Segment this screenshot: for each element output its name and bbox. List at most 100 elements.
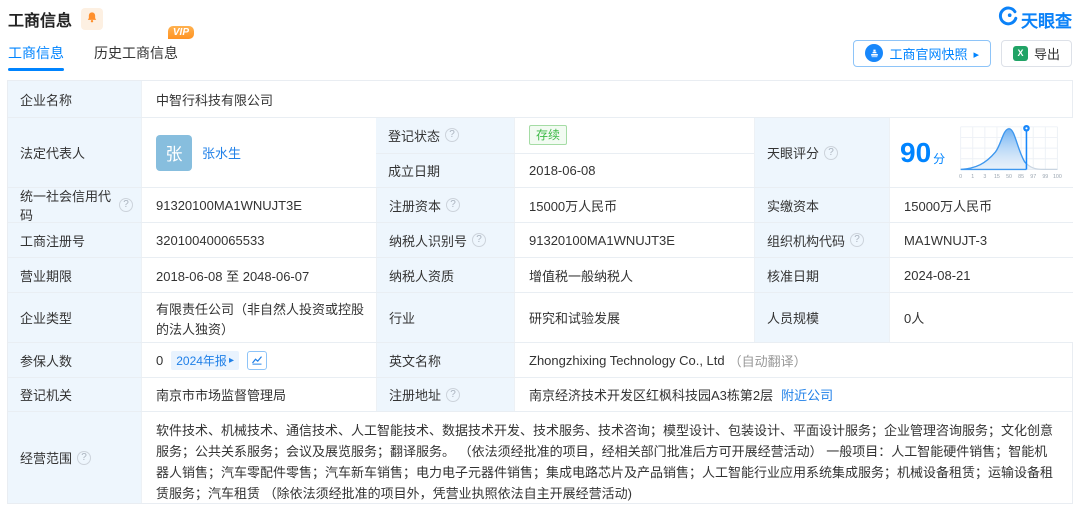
staff-size-value: 0人 bbox=[889, 293, 1074, 342]
reg-address-text: 南京经济技术开发区红枫科技园A3栋第2层 bbox=[529, 385, 773, 404]
paid-capital-label: 实缴资本 bbox=[754, 188, 889, 222]
tick-label: 3 bbox=[984, 174, 987, 180]
reg-capital-label: 注册资本 bbox=[376, 188, 514, 222]
help-icon[interactable] bbox=[446, 198, 460, 212]
line-chart-icon bbox=[251, 354, 263, 366]
establish-date-label: 成立日期 bbox=[376, 154, 514, 188]
company-type-label: 企业类型 bbox=[8, 293, 141, 342]
vip-badge: VIP bbox=[168, 26, 194, 39]
stamp-icon bbox=[865, 44, 883, 62]
reg-number-label: 工商注册号 bbox=[8, 223, 141, 257]
action-buttons: 工商官网快照 导出 bbox=[853, 40, 1072, 67]
company-type-text: 有限责任公司（非自然人投资或控股的法人独资） bbox=[156, 295, 364, 340]
company-name-value: 中智行科技有限公司 bbox=[141, 81, 1072, 117]
reg-address-value: 南京经济技术开发区红枫科技园A3栋第2层 附近公司 bbox=[514, 378, 1072, 411]
excel-icon bbox=[1013, 46, 1028, 61]
export-button[interactable]: 导出 bbox=[1001, 40, 1072, 67]
help-icon[interactable] bbox=[824, 146, 838, 160]
org-code-value: MA1WNUJT-3 bbox=[889, 223, 1074, 257]
tabbar: 工商信息 历史工商信息 VIP 工商官网快照 导出 bbox=[0, 30, 1080, 76]
establish-date-value: 2018-06-08 bbox=[514, 154, 754, 188]
approval-date-value: 2024-08-21 bbox=[889, 258, 1074, 292]
table-row: 企业类型 有限责任公司（非自然人投资或控股的法人独资） 行业 研究和试验发展 人… bbox=[8, 292, 1072, 342]
business-term-value: 2018-06-08 至 2048-06-07 bbox=[141, 258, 376, 292]
english-name-label: 英文名称 bbox=[376, 343, 514, 377]
english-name-value: Zhongzhixing Technology Co., Ltd （自动翻译） bbox=[514, 343, 1072, 377]
arrow-right-icon bbox=[973, 46, 979, 61]
business-info-table: 企业名称 中智行科技有限公司 法定代表人 张 张水生 登记状态 存续 成立日期 … bbox=[7, 80, 1073, 504]
taxpayer-id-value: 91320100MA1WNUJT3E bbox=[514, 223, 754, 257]
staff-size-label: 人员规模 bbox=[754, 293, 889, 342]
reg-number-value: 320100400065533 bbox=[141, 223, 376, 257]
tick-label: 85 bbox=[1018, 174, 1024, 180]
trend-chart-button[interactable] bbox=[247, 351, 267, 370]
official-snapshot-button[interactable]: 工商官网快照 bbox=[853, 40, 991, 67]
score-unit: 分 bbox=[933, 150, 945, 167]
insured-count-label: 参保人数 bbox=[8, 343, 141, 377]
help-icon[interactable] bbox=[119, 198, 133, 212]
business-scope-label: 经营范围 bbox=[8, 412, 141, 503]
tick-label: 50 bbox=[1006, 174, 1012, 180]
tab-history-business-info[interactable]: 历史工商信息 VIP bbox=[94, 29, 178, 76]
org-code-label: 组织机构代码 bbox=[754, 223, 889, 257]
avatar[interactable]: 张 bbox=[156, 135, 192, 171]
taxpayer-id-label: 纳税人识别号 bbox=[376, 223, 514, 257]
title-area: 工商信息 bbox=[8, 7, 103, 31]
status-badge: 存续 bbox=[529, 125, 567, 145]
score-label: 天眼评分 bbox=[754, 118, 889, 187]
table-row: 统一社会信用代码 91320100MA1WNUJT3E 注册资本 15000万人… bbox=[8, 187, 1072, 222]
table-row: 营业期限 2018-06-08 至 2048-06-07 纳税人资质 增值税一般… bbox=[8, 257, 1072, 292]
credit-code-label: 统一社会信用代码 bbox=[8, 188, 141, 222]
tick-label: 100 bbox=[1053, 174, 1062, 180]
business-term-label: 营业期限 bbox=[8, 258, 141, 292]
reg-authority-label: 登记机关 bbox=[8, 378, 141, 411]
export-label: 导出 bbox=[1034, 44, 1060, 63]
topbar: 工商信息 天眼查 bbox=[0, 0, 1080, 30]
taxpayer-quality-value: 增值税一般纳税人 bbox=[514, 258, 754, 292]
auto-translate-note: （自动翻译） bbox=[729, 351, 807, 370]
tianyancha-logo-text: 天眼查 bbox=[1021, 7, 1072, 32]
org-code-label-text: 组织机构代码 bbox=[767, 231, 845, 250]
reg-capital-value: 15000万人民币 bbox=[514, 188, 754, 222]
tick-label: 0 bbox=[959, 174, 962, 180]
notification-bell-button[interactable] bbox=[81, 8, 103, 30]
reg-capital-label-text: 注册资本 bbox=[389, 196, 441, 215]
score-label-text: 天眼评分 bbox=[767, 143, 819, 162]
legal-rep-name-link[interactable]: 张水生 bbox=[202, 143, 241, 162]
reg-status-label: 登记状态 bbox=[376, 118, 514, 153]
reg-status-value: 存续 bbox=[514, 118, 754, 153]
tick-label: 1 bbox=[971, 174, 974, 180]
legal-rep-value: 张 张水生 bbox=[141, 118, 376, 187]
company-type-value: 有限责任公司（非自然人投资或控股的法人独资） bbox=[141, 293, 376, 342]
approval-date-label: 核准日期 bbox=[754, 258, 889, 292]
table-subrow: 登记状态 存续 bbox=[376, 118, 754, 153]
insured-count-value: 0 2024年报 bbox=[141, 343, 376, 377]
nearby-companies-link[interactable]: 附近公司 bbox=[781, 385, 833, 404]
business-scope-label-text: 经营范围 bbox=[20, 448, 72, 467]
help-icon[interactable] bbox=[445, 128, 459, 142]
help-icon[interactable] bbox=[850, 233, 864, 247]
insured-count-number: 0 bbox=[156, 353, 163, 368]
annual-report-badge[interactable]: 2024年报 bbox=[171, 351, 239, 370]
help-icon[interactable] bbox=[472, 233, 486, 247]
status-date-subtable: 登记状态 存续 成立日期 2018-06-08 bbox=[376, 118, 754, 187]
legal-rep-label: 法定代表人 bbox=[8, 118, 141, 187]
tick-label: 97 bbox=[1030, 174, 1036, 180]
table-row: 工商注册号 320100400065533 纳税人识别号 91320100MA1… bbox=[8, 222, 1072, 257]
reg-authority-value: 南京市市场监督管理局 bbox=[141, 378, 376, 411]
tab-business-info[interactable]: 工商信息 bbox=[8, 29, 64, 76]
tianyancha-logo[interactable]: 天眼查 bbox=[997, 6, 1072, 32]
score-number: 90 bbox=[900, 139, 931, 167]
score-value: 90 分 bbox=[889, 118, 1074, 187]
table-row: 经营范围 软件技术、机械技术、通信技术、人工智能技术、数据技术开发、技术服务、技… bbox=[8, 411, 1072, 503]
tianyancha-logo-icon bbox=[997, 6, 1018, 32]
industry-label: 行业 bbox=[376, 293, 514, 342]
tick-label: 15 bbox=[994, 174, 1000, 180]
business-scope-value: 软件技术、机械技术、通信技术、人工智能技术、数据技术开发、技术服务、技术咨询；模… bbox=[141, 412, 1072, 503]
english-name-text: Zhongzhixing Technology Co., Ltd bbox=[529, 353, 725, 368]
help-icon[interactable] bbox=[446, 388, 460, 402]
help-icon[interactable] bbox=[77, 451, 91, 465]
industry-value: 研究和试验发展 bbox=[514, 293, 754, 342]
paid-capital-value: 15000万人民币 bbox=[889, 188, 1074, 222]
table-row: 登记机关 南京市市场监督管理局 注册地址 南京经济技术开发区红枫科技园A3栋第2… bbox=[8, 377, 1072, 411]
